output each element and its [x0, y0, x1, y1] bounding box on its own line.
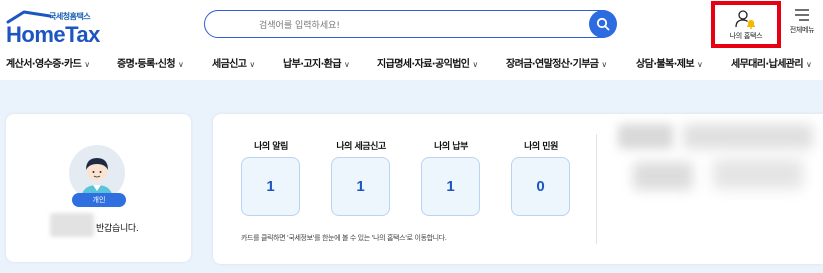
- search-input[interactable]: 검색어를 입력하세요!: [259, 18, 340, 31]
- tile-tax-filing[interactable]: 1: [331, 157, 390, 216]
- nav-label: 세금신고: [212, 59, 247, 70]
- nav-label: 세무대리·납세관리: [731, 59, 804, 70]
- search-bar[interactable]: 검색어를 입력하세요!: [204, 9, 617, 38]
- profile-card: 개인 반갑습니다.: [6, 114, 191, 262]
- user-name-redacted: [50, 213, 94, 237]
- my-hometax-button[interactable]: 나의 홈택스: [711, 1, 781, 48]
- welcome-text: 반갑습니다.: [96, 224, 139, 234]
- nav-label: 계산서·영수증·카드: [6, 59, 82, 70]
- chevron-down-icon: ∨: [84, 60, 90, 69]
- nav-label: 상담·불복·제보: [636, 59, 695, 70]
- chevron-down-icon: ∨: [806, 60, 812, 69]
- my-hometax-label: 나의 홈택스: [729, 32, 763, 40]
- nav-item-payment[interactable]: 납부·고지·환급 ∨: [283, 55, 350, 70]
- main-nav: 계산서·영수증·카드 ∨ 증명·등록·신청 ∨ 세금신고 ∨ 납부·고지·환급 ∨ 지급…: [0, 52, 823, 74]
- nav-item-incentives[interactable]: 장려금·연말정산·기부금 ∨: [506, 55, 607, 70]
- all-menu-label: 전체메뉴: [789, 26, 815, 34]
- tile-title-civil: 나의 민원: [524, 142, 558, 152]
- chevron-down-icon: ∨: [697, 60, 703, 69]
- nav-item-certificates[interactable]: 증명·등록·신청 ∨: [117, 55, 184, 70]
- nav-label: 증명·등록·신청: [117, 59, 176, 70]
- redacted-block: [618, 124, 673, 149]
- divider: [596, 134, 597, 244]
- hometax-logo[interactable]: 국세청홈택스 HomeTax: [6, 10, 100, 47]
- redacted-block: [713, 159, 803, 189]
- summary-card: 나의 알림 1 나의 세금신고 1 나의 납부 1 나의 민원 0 카드를 클릭…: [213, 114, 823, 264]
- nav-label: 납부·고지·환급: [283, 59, 342, 70]
- nav-item-tax-filing[interactable]: 세금신고 ∨: [212, 55, 255, 70]
- logo-title: HomeTax: [6, 22, 100, 47]
- search-button[interactable]: [589, 9, 617, 38]
- chevron-down-icon: ∨: [601, 60, 607, 69]
- tile-alerts[interactable]: 1: [241, 157, 300, 216]
- user-type-badge: 개인: [72, 193, 126, 207]
- user-bell-icon: [735, 10, 755, 29]
- tile-title-tax-filing: 나의 세금신고: [336, 142, 386, 152]
- chevron-down-icon: ∨: [178, 60, 184, 69]
- chevron-down-icon: ∨: [344, 60, 350, 69]
- nav-label: 장려금·연말정산·기부금: [506, 59, 599, 70]
- redacted-block: [633, 162, 693, 190]
- nav-item-receipts[interactable]: 계산서·영수증·카드 ∨: [6, 55, 90, 70]
- nav-item-consulting[interactable]: 상담·불복·제보 ∨: [636, 55, 703, 70]
- tile-title-alerts: 나의 알림: [254, 142, 288, 152]
- tile-title-payment: 나의 납부: [434, 142, 468, 152]
- nav-item-tax-agent[interactable]: 세무대리·납세관리 ∨: [731, 55, 812, 70]
- search-icon: [596, 17, 610, 30]
- nav-item-statements[interactable]: 지급명세·자료·공익법인 ∨: [377, 55, 478, 70]
- all-menu-button[interactable]: 전체메뉴: [787, 8, 817, 42]
- tile-payment[interactable]: 1: [421, 157, 480, 216]
- tile-notice: 카드를 클릭하면 '국세정보'를 한눈에 볼 수 있는 '나의 홈택스'로 이동…: [241, 234, 447, 242]
- chevron-down-icon: ∨: [472, 60, 478, 69]
- hamburger-icon: [795, 9, 809, 21]
- redacted-block: [683, 124, 813, 149]
- logo-subtitle: 국세청홈택스: [49, 12, 91, 21]
- tile-civil[interactable]: 0: [511, 157, 570, 216]
- chevron-down-icon: ∨: [249, 60, 255, 69]
- nav-label: 지급명세·자료·공익법인: [377, 59, 470, 70]
